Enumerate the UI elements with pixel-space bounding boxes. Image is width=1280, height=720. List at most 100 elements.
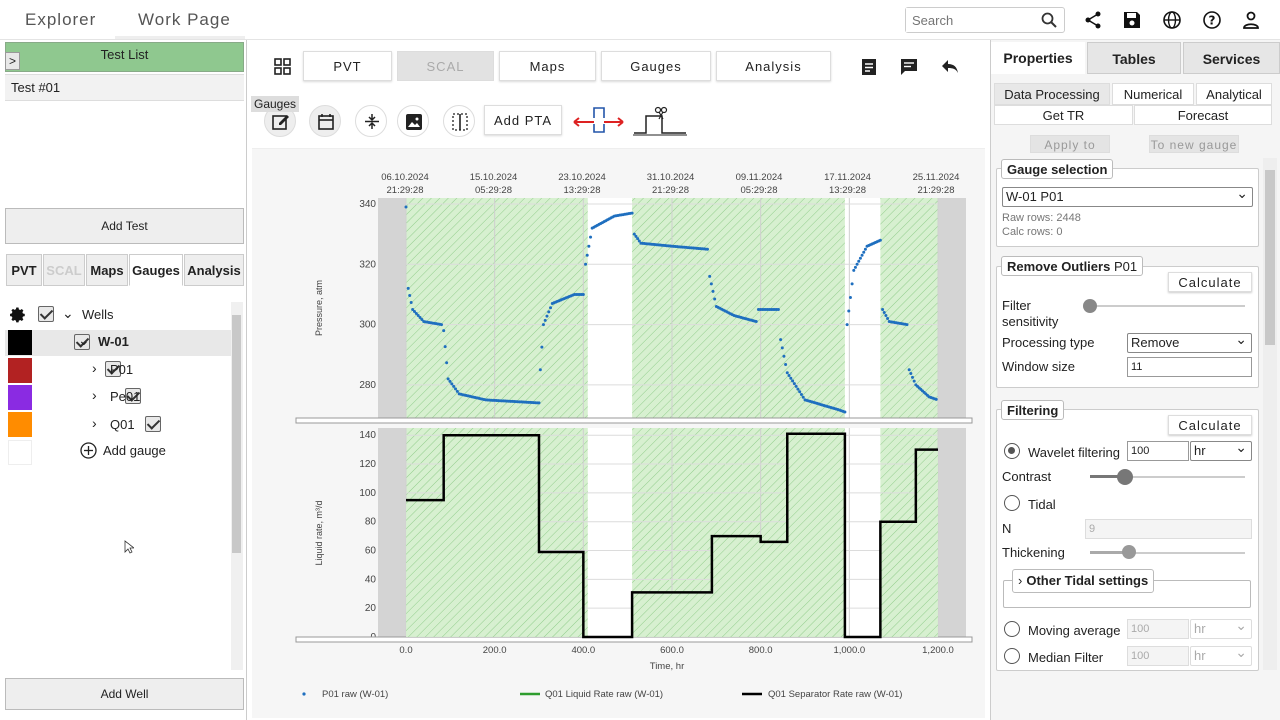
pressure-point bbox=[934, 397, 938, 401]
center-tab-scal[interactable]: SCAL bbox=[397, 51, 494, 81]
center-tab-maps[interactable]: Maps bbox=[499, 51, 596, 81]
pressure-point bbox=[709, 282, 713, 286]
sensitivity-slider-knob[interactable] bbox=[1083, 299, 1097, 313]
add-pta-button[interactable]: Add PTA bbox=[484, 105, 562, 135]
moving-average-radio[interactable] bbox=[1004, 621, 1020, 637]
left-tab-scal[interactable]: SCAL bbox=[43, 254, 85, 286]
rate-ytick-label: 80 bbox=[365, 517, 377, 528]
edit-icon bbox=[272, 115, 289, 130]
gauge-checkbox[interactable] bbox=[144, 416, 161, 432]
chevron-right-icon[interactable]: › bbox=[92, 387, 97, 403]
thickening-slider-knob[interactable] bbox=[1122, 545, 1136, 559]
filtering-calculate-button[interactable]: Calculate bbox=[1168, 415, 1252, 435]
xtick-label: 0.0 bbox=[399, 645, 412, 656]
chevron-right-icon[interactable]: › bbox=[92, 360, 97, 376]
comment-icon[interactable] bbox=[900, 58, 918, 76]
right-tab-properties[interactable]: Properties bbox=[991, 42, 1085, 74]
pressure-point bbox=[404, 205, 408, 209]
add-circle-icon[interactable] bbox=[80, 442, 97, 459]
sensitivity-slider[interactable] bbox=[1090, 305, 1245, 307]
add-gauge-link[interactable]: Add gauge bbox=[103, 443, 166, 458]
calendar-button[interactable] bbox=[309, 105, 341, 137]
date-tick-label: 25.11.2024 bbox=[913, 172, 960, 183]
compress-button[interactable] bbox=[355, 105, 387, 137]
contrast-slider-knob[interactable] bbox=[1117, 469, 1133, 485]
search-input[interactable] bbox=[906, 8, 1036, 32]
left-tab-analysis[interactable]: Analysis bbox=[184, 254, 244, 286]
n-input[interactable]: 9 bbox=[1085, 519, 1252, 539]
chart-svg[interactable]: 280300320340020406080100120140Pressure, … bbox=[252, 148, 985, 718]
center-tab-analysis[interactable]: Analysis bbox=[716, 51, 831, 81]
pressure-point bbox=[843, 410, 847, 414]
subtab-analytical[interactable]: Analytical bbox=[1196, 83, 1272, 105]
color-swatch[interactable] bbox=[8, 385, 32, 410]
color-swatch[interactable] bbox=[8, 412, 32, 437]
moving-average-input[interactable]: 100 bbox=[1127, 619, 1189, 639]
image-button[interactable] bbox=[397, 105, 429, 137]
center-tab-pvt[interactable]: PVT bbox=[303, 51, 392, 81]
add-test-button[interactable]: Add Test bbox=[5, 208, 244, 244]
search-icon[interactable] bbox=[1041, 12, 1057, 28]
undo-icon[interactable] bbox=[940, 58, 960, 76]
wells-checkbox[interactable] bbox=[38, 306, 54, 322]
median-filter-unit-select[interactable]: hr bbox=[1190, 643, 1252, 666]
chevron-down-icon[interactable]: ⌄ bbox=[62, 305, 74, 322]
image-icon bbox=[406, 114, 422, 130]
save-icon[interactable] bbox=[1122, 10, 1142, 30]
color-swatch[interactable] bbox=[8, 358, 32, 383]
test-list-item[interactable]: Test #01 bbox=[5, 74, 244, 101]
subtab-get-tr[interactable]: Get TR bbox=[994, 105, 1133, 125]
subtab-data-processing[interactable]: Data Processing bbox=[994, 83, 1110, 105]
shift-arrows-icon[interactable] bbox=[570, 104, 626, 136]
to-new-gauge-button[interactable]: To new gauge bbox=[1149, 135, 1239, 153]
gear-icon[interactable] bbox=[9, 306, 27, 324]
nav-work-page[interactable]: Work Page bbox=[138, 0, 231, 40]
split-button[interactable] bbox=[443, 105, 475, 137]
scrollbar-thumb[interactable] bbox=[232, 315, 241, 553]
time-tick-label: 05:29:28 bbox=[741, 185, 778, 196]
pressure-point bbox=[713, 297, 717, 301]
color-swatch[interactable] bbox=[8, 440, 32, 465]
subtab-numerical[interactable]: Numerical bbox=[1112, 83, 1194, 105]
outliers-calculate-button[interactable]: Calculate bbox=[1168, 272, 1252, 292]
pressure-point bbox=[850, 282, 854, 286]
color-swatch[interactable] bbox=[8, 330, 32, 355]
pressure-point bbox=[909, 372, 913, 376]
collapse-panel-button[interactable]: > bbox=[5, 52, 20, 70]
pressure-point bbox=[450, 382, 454, 386]
center-tab-gauges[interactable]: Gauges bbox=[601, 51, 711, 81]
user-icon[interactable] bbox=[1241, 10, 1261, 30]
moving-average-unit-select[interactable]: hr bbox=[1190, 616, 1252, 639]
wavelet-input[interactable]: 100 bbox=[1127, 441, 1189, 461]
add-well-button[interactable]: Add Well bbox=[5, 678, 244, 710]
tidal-label: Tidal bbox=[1028, 497, 1056, 512]
left-tab-pvt[interactable]: PVT bbox=[6, 254, 42, 286]
left-tab-maps[interactable]: Maps bbox=[86, 254, 128, 286]
share-icon[interactable] bbox=[1083, 10, 1103, 30]
subtab-forecast[interactable]: Forecast bbox=[1134, 105, 1272, 125]
gauge-select[interactable]: W-01 P01 bbox=[1002, 184, 1253, 207]
filter-sensitivity-label2: sensitivity bbox=[1002, 314, 1059, 329]
left-tab-gauges[interactable]: Gauges bbox=[129, 254, 183, 286]
wavelet-unit-select[interactable]: hr bbox=[1190, 438, 1252, 461]
grid-icon[interactable] bbox=[274, 58, 292, 76]
cut-step-icon[interactable] bbox=[632, 104, 688, 136]
apply-to-raw-button[interactable]: Apply to raw bbox=[1030, 135, 1110, 170]
other-tidal-toggle[interactable]: › Other Tidal settings bbox=[1012, 569, 1155, 593]
help-icon[interactable]: ? bbox=[1202, 10, 1222, 30]
processing-type-select[interactable]: Remove bbox=[1127, 330, 1252, 353]
nav-explorer[interactable]: Explorer bbox=[25, 0, 96, 40]
chevron-down-icon[interactable]: ⌄ bbox=[78, 332, 90, 349]
window-size-input[interactable]: 11 bbox=[1127, 357, 1252, 377]
date-tick-label: 31.10.2024 bbox=[647, 172, 695, 183]
median-filter-radio[interactable] bbox=[1004, 648, 1020, 664]
globe-icon[interactable] bbox=[1162, 10, 1182, 30]
right-tab-services[interactable]: Services bbox=[1183, 42, 1280, 74]
wavelet-radio[interactable] bbox=[1004, 443, 1020, 459]
document-icon[interactable] bbox=[861, 58, 877, 76]
chevron-right-icon[interactable]: › bbox=[92, 415, 97, 431]
median-filter-input[interactable]: 100 bbox=[1127, 646, 1189, 666]
right-tab-tables[interactable]: Tables bbox=[1087, 42, 1181, 74]
scrollbar-thumb[interactable] bbox=[1265, 170, 1275, 345]
tidal-radio[interactable] bbox=[1004, 495, 1020, 511]
